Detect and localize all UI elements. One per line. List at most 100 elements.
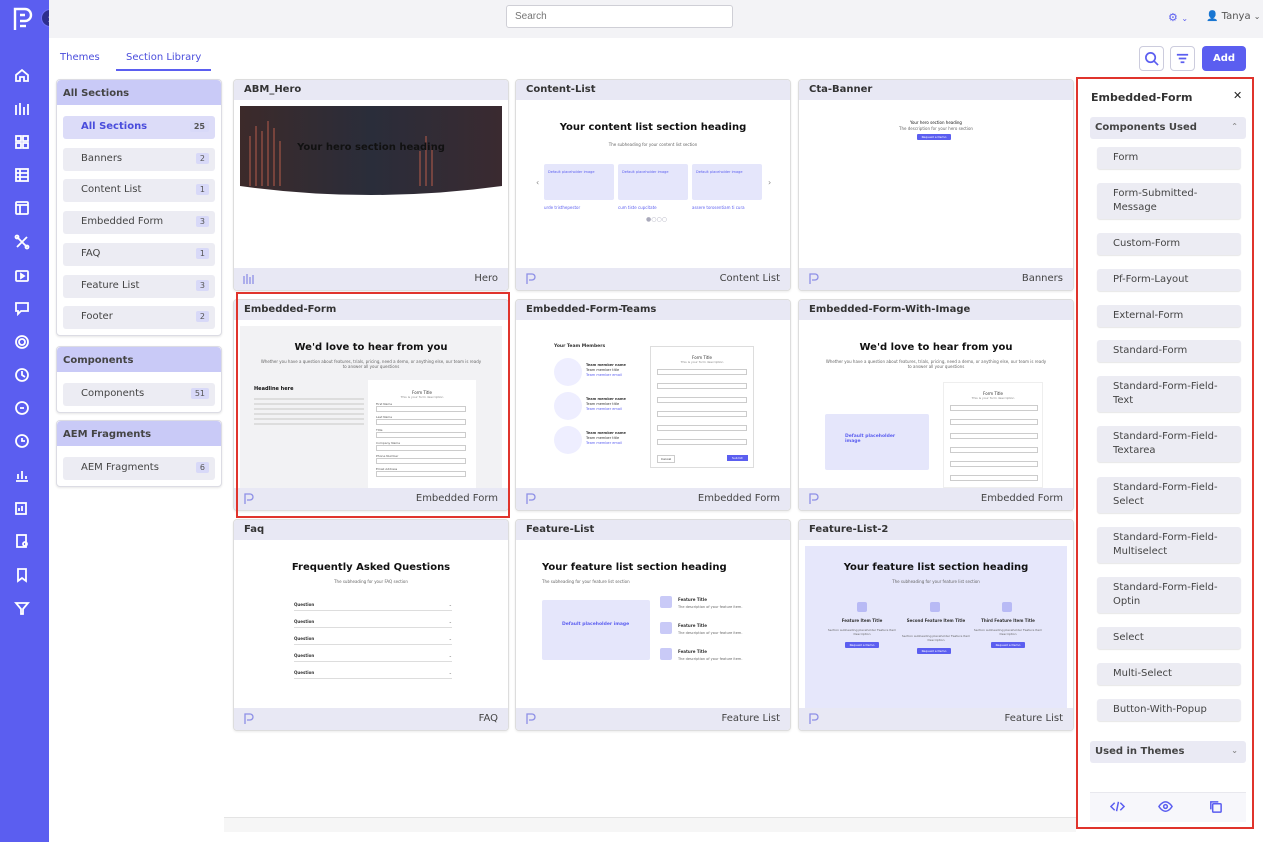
chevron-down-icon: ⌄ (448, 619, 452, 624)
filter-icon[interactable] (14, 600, 34, 620)
feature-title: Feature Title (678, 597, 707, 602)
card-footer: Hero (234, 268, 508, 290)
horizontal-scrollbar[interactable] (224, 817, 1076, 832)
tab-section-library[interactable]: Section Library (116, 52, 212, 71)
component-item[interactable]: Standard-Form-Field-Text (1097, 376, 1241, 412)
settings-doc-icon[interactable] (14, 533, 34, 553)
badge-alt-icon[interactable] (14, 400, 34, 420)
feature-button: Request a Demo (991, 642, 1025, 648)
card-title: Content-List (516, 80, 790, 100)
chat-icon[interactable] (14, 300, 34, 320)
filter-button[interactable] (1170, 46, 1195, 71)
target-icon[interactable] (14, 334, 34, 354)
user-menu[interactable]: 👤 Tanya ⌄ (1206, 11, 1261, 22)
feature-description: The description of your feature item. (678, 631, 743, 635)
components-used-header[interactable]: Components Used ⌃ (1090, 117, 1246, 139)
filter-item-embedded-form[interactable]: Embedded Form 3 (63, 211, 215, 234)
card-category: Banners (1021, 273, 1063, 284)
app-logo-icon[interactable] (12, 6, 36, 32)
count-badge: 1 (195, 248, 209, 259)
search-button[interactable] (1139, 46, 1164, 71)
chevron-down-icon: ⌄ (448, 602, 452, 607)
preview-heading: Your feature list section heading (542, 562, 727, 573)
team-heading: Your Team Members (554, 344, 606, 349)
tools-icon[interactable] (14, 234, 34, 254)
copy-icon[interactable] (1208, 799, 1226, 817)
filter-item-all-sections[interactable]: All Sections 25 (63, 116, 215, 139)
feature-icon (660, 648, 672, 660)
used-in-themes-header[interactable]: Used in Themes ⌄ (1090, 741, 1246, 763)
settings-menu[interactable]: ⚙ ⌄ (1168, 11, 1188, 24)
close-icon[interactable]: ✕ (1233, 89, 1242, 102)
member-name: Team member name (586, 431, 626, 435)
preview-heading: Your hero section heading (297, 142, 445, 153)
component-item[interactable]: Button-With-Popup (1097, 699, 1241, 721)
card-title: Embedded-Form-Teams (516, 300, 790, 320)
chevron-left-icon: ‹ (536, 178, 540, 187)
count-badge: 25 (189, 121, 209, 132)
component-item[interactable]: Standard-Form-Field-Optin (1097, 577, 1241, 613)
section-heading: Components Used (1095, 122, 1197, 133)
grid-icon[interactable] (14, 134, 34, 154)
preview-button: Request a Demo (917, 134, 951, 140)
tab-themes[interactable]: Themes (60, 52, 100, 69)
user-name: Tanya (1221, 11, 1251, 22)
section-card-embedded-form-with-image[interactable]: Embedded-Form-With-Image We'd love to he… (798, 299, 1074, 511)
section-card-feature-list-2[interactable]: Feature-List-2 Your feature list section… (798, 519, 1074, 731)
selected-card-highlight (236, 292, 510, 518)
placeholder-image: Default placeholder image (544, 164, 614, 200)
filter-item-faq[interactable]: FAQ 1 (63, 243, 215, 266)
component-item[interactable]: Select (1097, 627, 1241, 649)
section-card-feature-list[interactable]: Feature-List Your feature list section h… (515, 519, 791, 731)
filter-item-content-list[interactable]: Content List 1 (63, 179, 215, 202)
add-button[interactable]: Add (1202, 46, 1246, 71)
component-item[interactable]: Custom-Form (1097, 233, 1241, 255)
section-card-abm-hero[interactable]: ABM_Hero Your hero section heading Hero (233, 79, 509, 291)
section-card-faq[interactable]: Faq Frequently Asked Questions The subhe… (233, 519, 509, 731)
section-logo-icon (244, 713, 254, 724)
media-icon[interactable] (14, 267, 34, 287)
bookmark-icon[interactable] (14, 567, 34, 587)
bar-chart-icon[interactable] (14, 467, 34, 487)
preview-subheading: The description for your hero section (899, 126, 973, 131)
card-preview: Your hero section heading (240, 106, 502, 268)
code-icon[interactable] (1109, 799, 1128, 817)
table-icon[interactable] (14, 167, 34, 187)
component-item[interactable]: Standard-Form-Field-Multiselect (1097, 527, 1241, 563)
section-logo-icon (809, 713, 819, 724)
home-icon[interactable] (14, 67, 34, 87)
component-item[interactable]: Standard-Form-Field-Select (1097, 477, 1241, 513)
analytics-icon[interactable] (14, 101, 34, 121)
component-item[interactable]: Standard-Form (1097, 340, 1241, 362)
aem-fragments-panel: AEM Fragments AEM Fragments 6 (56, 420, 222, 487)
filter-item-banners[interactable]: Banners 2 (63, 148, 215, 171)
faq-question-text: Question (294, 619, 315, 624)
component-item[interactable]: External-Form (1097, 305, 1241, 327)
placeholder-image: Default placeholder image (692, 164, 762, 200)
faq-question-text: Question (294, 670, 315, 675)
component-item[interactable]: Form-Submitted-Message (1097, 183, 1241, 219)
badge-icon[interactable] (14, 367, 34, 387)
filter-item-components[interactable]: Components 51 (63, 383, 215, 406)
component-item[interactable]: Form (1097, 147, 1241, 169)
section-heading: Used in Themes (1095, 746, 1185, 757)
filter-item-aem-fragments[interactable]: AEM Fragments 6 (63, 457, 215, 480)
section-card-content-list[interactable]: Content-List Your content list section h… (515, 79, 791, 291)
component-item[interactable]: Pf-Form-Layout (1097, 269, 1241, 291)
preview-heading: Frequently Asked Questions (291, 562, 451, 573)
report-icon[interactable] (14, 500, 34, 520)
search-input[interactable] (506, 5, 733, 28)
card-footer: Banners (799, 268, 1073, 290)
component-item[interactable]: Multi-Select (1097, 663, 1241, 685)
faq-question: Question ⌄ (294, 653, 452, 662)
filter-item-feature-list[interactable]: Feature List 3 (63, 275, 215, 298)
section-card-embedded-form-teams[interactable]: Embedded-Form-Teams Your Team Members Te… (515, 299, 791, 511)
faq-question: Question ⌄ (294, 602, 452, 611)
preview-eye-icon[interactable] (1158, 799, 1176, 817)
card-category: Embedded Form (980, 493, 1063, 504)
clock-icon[interactable] (14, 433, 34, 453)
filter-item-footer[interactable]: Footer 2 (63, 306, 215, 329)
section-card-cta-banner[interactable]: Cta-Banner Your hero section heading The… (798, 79, 1074, 291)
component-item[interactable]: Standard-Form-Field-Textarea (1097, 426, 1241, 462)
layout-icon[interactable] (14, 200, 34, 220)
